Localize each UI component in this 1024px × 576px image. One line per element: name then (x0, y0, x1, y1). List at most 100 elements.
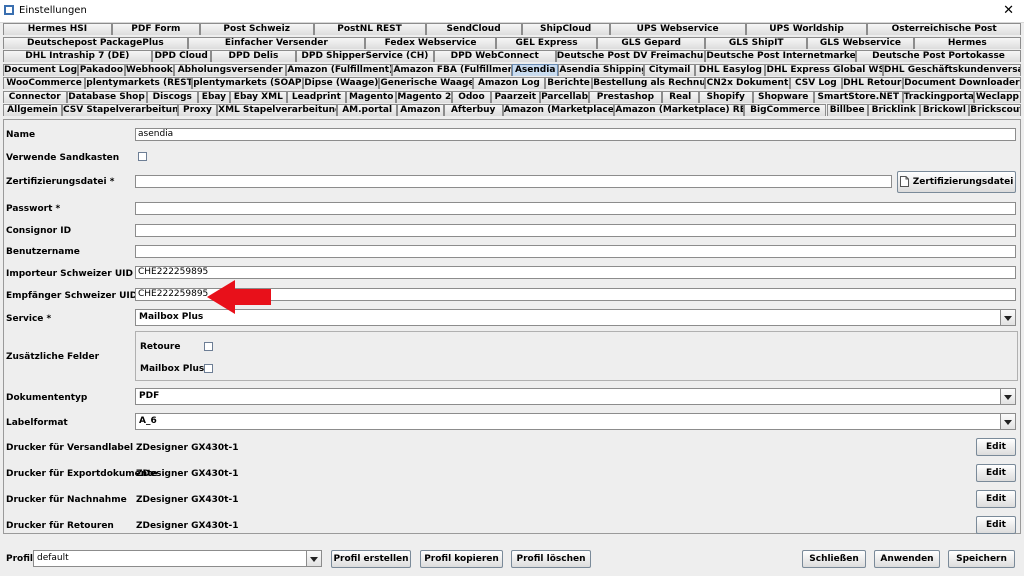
tab[interactable]: Amazon (Fulfillment) (286, 63, 393, 76)
tab[interactable]: plentymarkets (REST) (85, 77, 193, 89)
tab[interactable]: Allgemein (3, 104, 62, 116)
delete-profile-button[interactable]: Profil löschen (511, 550, 591, 568)
tab[interactable]: Magento (345, 90, 397, 103)
tab[interactable]: DPD ShipperService (CH) (296, 50, 434, 62)
profile-select[interactable]: default (33, 550, 322, 567)
chevron-down-icon[interactable] (306, 551, 321, 566)
tab[interactable]: Deutsche Post Portokasse (856, 50, 1021, 62)
tab[interactable]: Paarzeit (490, 90, 540, 103)
tab[interactable]: GLS Webservice (807, 36, 914, 49)
consignor-input[interactable] (135, 224, 1016, 237)
edit-button[interactable]: Edit (976, 438, 1016, 456)
sandbox-checkbox[interactable] (138, 152, 147, 161)
tab[interactable]: Citymail (643, 63, 696, 76)
tab[interactable]: Document Downloader (902, 77, 1021, 89)
tab[interactable]: Billbee (826, 104, 868, 116)
tab[interactable]: Deutschepost PackagePlus (3, 36, 188, 49)
tab[interactable]: Brickowl (919, 104, 970, 116)
tab[interactable]: GLS Gepard (597, 36, 706, 49)
tab[interactable]: Post Schweiz (199, 23, 314, 35)
edit-button[interactable]: Edit (976, 464, 1016, 482)
cert-file-button[interactable]: Zertifizierungsdatei (897, 171, 1016, 193)
tab[interactable]: Trackingportal (902, 90, 974, 103)
tab[interactable]: AM.portal (337, 104, 398, 116)
tab[interactable]: Hermes (913, 36, 1021, 49)
tab[interactable]: DHL Easylog (695, 63, 766, 76)
tab[interactable]: Discogs (146, 90, 199, 103)
tab[interactable]: Pakadoo (78, 63, 125, 76)
tab[interactable]: Magento 2 (396, 90, 453, 103)
tab[interactable]: plentymarkets (SOAP) (192, 77, 304, 89)
tab[interactable]: GLS ShipIT (705, 36, 808, 49)
close-icon[interactable]: ✕ (1003, 3, 1014, 18)
chevron-down-icon[interactable] (1000, 389, 1015, 404)
labelformat-select[interactable]: A_6 (135, 413, 1016, 430)
tab[interactable]: Amazon FBA (Fulfillment) (392, 63, 512, 76)
copy-profile-button[interactable]: Profil kopieren (420, 550, 503, 568)
tab[interactable]: Generische Waage (379, 77, 473, 89)
tab[interactable]: BigCommerce (743, 104, 827, 116)
tab[interactable]: Amazon Log (472, 77, 545, 89)
tab[interactable]: CN2x Dokument (705, 77, 790, 89)
tab[interactable]: PostNL REST (313, 23, 426, 35)
mailbox-checkbox[interactable] (204, 364, 213, 373)
tab[interactable]: XML Stapelverarbeitung (217, 104, 338, 116)
tab[interactable]: Dipse (Waage) (303, 77, 380, 89)
tab[interactable]: Ebay XML (229, 90, 287, 103)
user-input[interactable] (135, 245, 1016, 258)
tab[interactable]: Shopify (698, 90, 753, 103)
tab[interactable]: Proxy (177, 104, 218, 116)
tab[interactable]: Weclapp (973, 90, 1021, 103)
tab[interactable]: Asendia Shipping (558, 63, 644, 76)
edit-button[interactable]: Edit (976, 490, 1016, 508)
tab[interactable]: DHL Geschäftskundenversand (882, 63, 1021, 76)
create-profile-button[interactable]: Profil erstellen (331, 550, 411, 568)
chevron-down-icon[interactable] (1000, 310, 1015, 325)
retoure-checkbox[interactable] (204, 342, 213, 351)
tab[interactable]: Connector (3, 90, 67, 103)
cert-input[interactable] (135, 175, 892, 188)
tab[interactable]: Prestashop (589, 90, 662, 103)
tab[interactable]: Brickscout (969, 104, 1021, 116)
tab[interactable]: Shopware (752, 90, 814, 103)
apply-button[interactable]: Anwenden (874, 550, 940, 568)
tab[interactable]: UPS Webservice (609, 23, 746, 35)
save-button[interactable]: Speichern (948, 550, 1015, 568)
tab[interactable]: Deutsche Post Internetmarke (705, 50, 857, 62)
tab[interactable]: Leadprint (286, 90, 346, 103)
chevron-down-icon[interactable] (1000, 414, 1015, 429)
tab[interactable]: Odoo (452, 90, 491, 103)
tab[interactable]: Amazon (397, 104, 444, 116)
tab[interactable]: WooCommerce (3, 77, 86, 89)
tab[interactable]: DPD Cloud (151, 50, 211, 62)
close-button[interactable]: Schließen (802, 550, 866, 568)
tab[interactable]: Einfacher Versender (187, 36, 366, 49)
tab[interactable]: DPD Delis (210, 50, 297, 62)
tab[interactable]: Real (661, 90, 699, 103)
importer-uid-input[interactable]: CHE222259895 (135, 266, 1016, 279)
tab[interactable]: Webhook (124, 63, 175, 76)
tab[interactable]: Database Shop (66, 90, 147, 103)
tab[interactable]: Fedex Webservice (365, 36, 497, 49)
tab[interactable]: Abholungsversender (174, 63, 287, 76)
edit-button[interactable]: Edit (976, 516, 1016, 534)
tab[interactable]: ShipCloud (521, 23, 610, 35)
password-input[interactable] (135, 202, 1016, 215)
tab[interactable]: CSV Stapelverarbeitung (61, 104, 178, 116)
tab[interactable]: SmartStore.NET (813, 90, 903, 103)
tab[interactable]: DHL Express Global WS (765, 63, 883, 76)
tab[interactable]: Deutsche Post DV Freimachung (555, 50, 706, 62)
tab[interactable]: Ebay (198, 90, 230, 103)
tab[interactable]: Österreichische Post (867, 23, 1021, 35)
tab[interactable]: Asendia (512, 63, 559, 76)
tab[interactable]: SendCloud (425, 23, 522, 35)
doctype-select[interactable]: PDF (135, 388, 1016, 405)
tab[interactable]: Amazon (Marketplace) REST (614, 104, 744, 116)
tab[interactable]: Amazon (Marketplace) (502, 104, 615, 116)
tab[interactable]: GEL Express (496, 36, 598, 49)
tab[interactable]: Bestellung als Rechnung (592, 77, 706, 89)
tab[interactable]: CSV Log (789, 77, 843, 89)
name-input[interactable]: asendia (135, 128, 1016, 141)
tab[interactable]: Afterbuy (443, 104, 503, 116)
tab[interactable]: DPD WebConnect (433, 50, 556, 62)
